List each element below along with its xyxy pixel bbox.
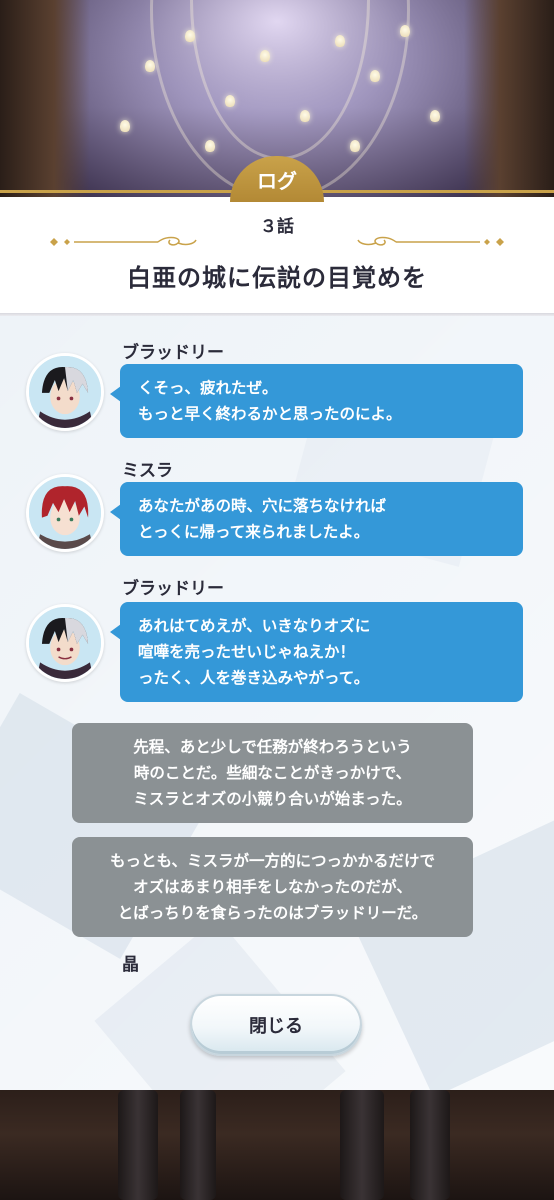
speaker-name: ブラッドリー	[122, 579, 224, 599]
episode-title: 白亜の城に伝説の目覚めを	[127, 264, 427, 292]
dialogue-line: あれはてめえが、いきなりオズに	[138, 617, 371, 635]
dialogue-line: あなたがあの時、穴に落ちなければ	[138, 497, 387, 515]
episode-number: ３話	[260, 217, 294, 237]
narration-line: オズはあまり相手をしなかったのだが、	[133, 878, 412, 896]
dialogue-bubble: あれはてめえが、いきなりオズに 喧嘩を売ったせいじゃねえか！ ったく、人を巻き込…	[110, 602, 523, 702]
dialogue-line: もっと早く終わるかと思ったのによ。	[138, 405, 402, 423]
mithra-avatar-icon	[26, 474, 104, 552]
narration-line: もっとも、ミスラが一方的につっかかるだけで	[109, 852, 436, 870]
narration-box: もっとも、ミスラが一方的につっかかるだけで オズはあまり相手をしなかったのだが、…	[72, 837, 473, 937]
narration-line: とばっちりを食らったのはブラッドリーだ。	[117, 904, 428, 922]
background-scene-bottom	[0, 1090, 554, 1200]
narration-line: ミスラとオズの小競り合いが始まった。	[133, 790, 412, 808]
dialogue-line: くそっ、疲れたぜ。	[138, 379, 278, 397]
bradley-avatar-icon	[26, 604, 104, 682]
narration-box: 先程、あと少しで任務が終わろうという 時のことだ。些細なことがきっかけで、 ミス…	[72, 723, 473, 823]
dialogue-bubble: くそっ、疲れたぜ。 もっと早く終わるかと思ったのによ。	[110, 364, 523, 438]
narration-line: 先程、あと少しで任務が終わろうという	[133, 738, 412, 756]
dialogue-line: とっくに帰って来られましたよ。	[138, 523, 370, 541]
dialogue-line: ったく、人を巻き込みやがって。	[138, 669, 370, 687]
dialogue-bubble: あなたがあの時、穴に落ちなければ とっくに帰って来られましたよ。	[110, 482, 523, 556]
close-button[interactable]: 閉じる	[190, 994, 362, 1056]
dialogue-line: 喧嘩を売ったせいじゃねえか！	[138, 643, 356, 661]
speaker-name: ブラッドリー	[122, 343, 224, 363]
speaker-name: ミスラ	[122, 461, 173, 481]
narration-line: 時のことだ。些細なことがきっかけで、	[133, 764, 412, 782]
speaker-name: 晶	[122, 955, 139, 975]
bradley-avatar-icon	[26, 353, 104, 431]
ornament-left-icon	[50, 236, 197, 246]
ornament-right-icon	[357, 236, 504, 246]
